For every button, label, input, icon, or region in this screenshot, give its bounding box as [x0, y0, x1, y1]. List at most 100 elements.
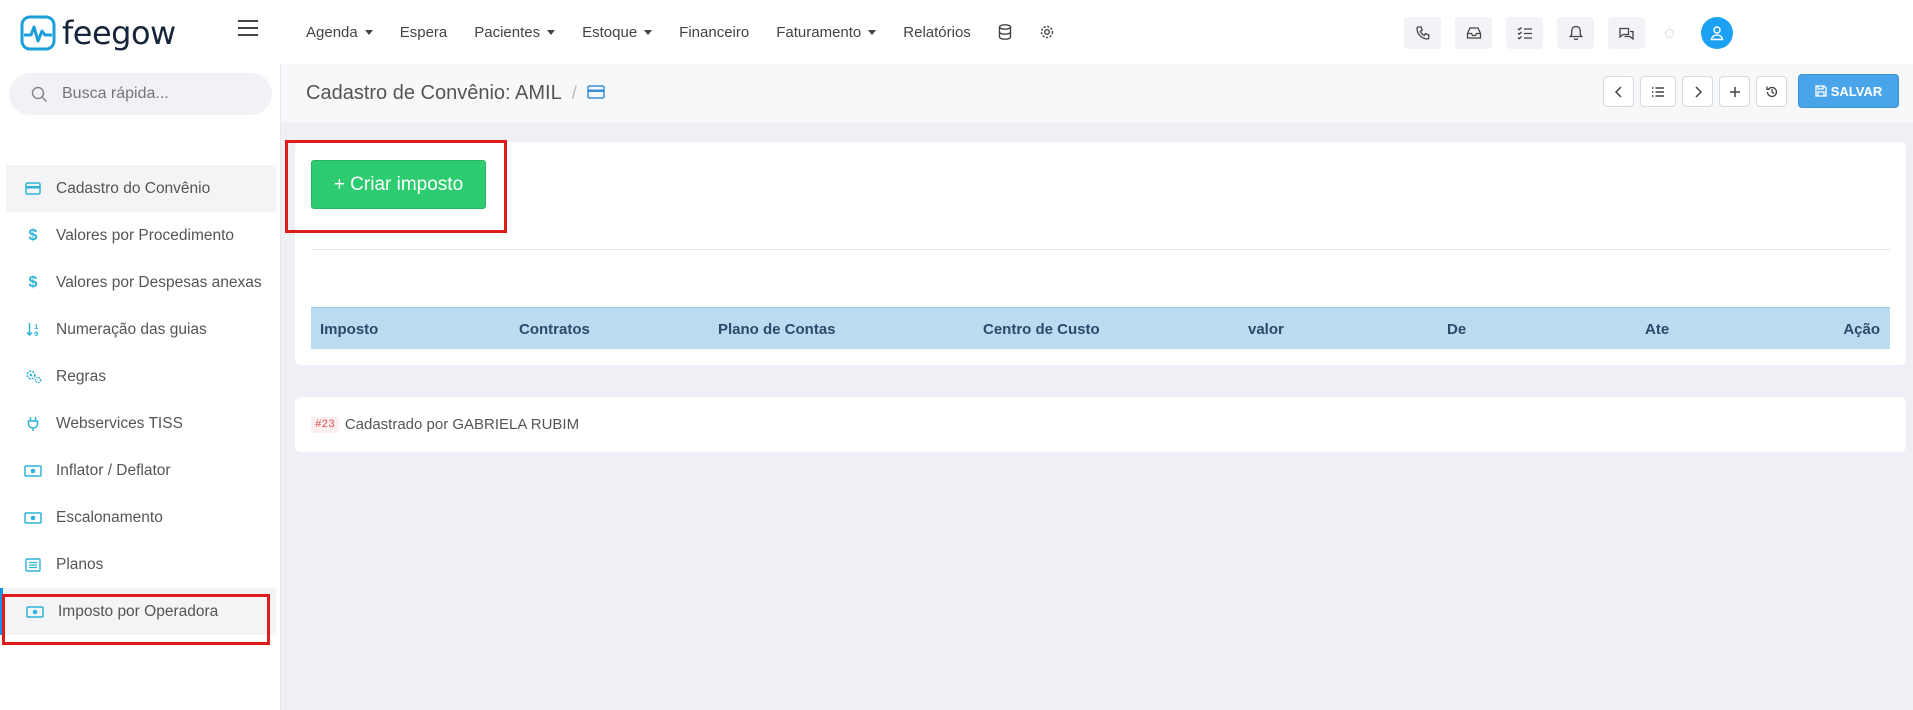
previous-button[interactable] [1603, 76, 1634, 107]
column-header-centro-custo[interactable]: Centro de Custo [983, 321, 1100, 338]
breadcrumb-separator: / [571, 83, 577, 103]
list-icon [24, 556, 42, 574]
nav-pacientes[interactable]: Pacientes [474, 23, 556, 41]
sidebar-item-numeracao-guias[interactable]: 19 Numeração das guias [6, 306, 276, 353]
page-title: Cadastro de Convênio: AMIL / [306, 82, 605, 105]
list-icon [1652, 86, 1664, 97]
logo[interactable]: feegow [20, 14, 176, 52]
caret-down-icon [644, 29, 653, 35]
bell-icon[interactable] [1557, 17, 1594, 49]
status-indicator [1665, 28, 1674, 38]
sidebar-item-label: Cadastro do Convênio [56, 179, 211, 197]
search-input[interactable] [62, 85, 252, 103]
list-button[interactable] [1640, 76, 1676, 107]
inbox-icon[interactable] [1455, 17, 1492, 49]
tasks-icon[interactable] [1506, 17, 1543, 49]
phone-icon[interactable] [1404, 17, 1441, 49]
record-info-panel: #23 Cadastrado por GABRIELA RUBIM [295, 397, 1906, 452]
add-button[interactable] [1719, 76, 1750, 107]
record-id-badge: #23 [311, 416, 339, 433]
nav-label: Estoque [582, 23, 638, 41]
logo-text: feegow [62, 14, 176, 52]
sidebar-item-escalonamento[interactable]: Escalonamento [6, 494, 276, 541]
nav-label: Financeiro [679, 23, 750, 41]
svg-text:9: 9 [34, 330, 39, 337]
gears-icon [24, 368, 42, 386]
money-icon [26, 603, 44, 621]
column-header-valor[interactable]: valor [1248, 321, 1284, 338]
quick-search[interactable] [9, 73, 272, 115]
nav-label: Relatórios [903, 23, 971, 41]
card-icon [586, 82, 605, 105]
history-button[interactable] [1756, 76, 1787, 107]
sidebar-item-label: Valores por Despesas anexas [56, 273, 262, 291]
column-header-ate[interactable]: Ate [1645, 321, 1669, 338]
save-button[interactable]: SALVAR [1798, 74, 1899, 108]
column-header-imposto[interactable]: Imposto [320, 321, 378, 338]
sidebar-item-valores-procedimento[interactable]: $ Valores por Procedimento [6, 212, 276, 259]
page-title-text: Cadastro de Convênio: AMIL [306, 82, 562, 104]
nav-faturamento[interactable]: Faturamento [776, 23, 877, 41]
column-header-acao[interactable]: Ação [1843, 321, 1880, 338]
caret-down-icon [547, 29, 556, 35]
chevron-left-icon [1614, 85, 1622, 98]
sidebar-item-label: Webservices TISS [56, 414, 183, 432]
chat-icon[interactable] [1608, 17, 1645, 49]
logo-icon [20, 15, 56, 51]
sidebar-menu: Cadastro do Convênio $ Valores por Proce… [0, 165, 276, 635]
nav-espera[interactable]: Espera [400, 24, 448, 41]
sidebar-item-imposto-operadora[interactable]: Imposto por Operadora [0, 588, 276, 635]
sidebar-item-planos[interactable]: Planos [6, 541, 276, 588]
column-header-de[interactable]: De [1447, 321, 1466, 338]
database-icon[interactable] [998, 24, 1012, 40]
card-icon [24, 180, 42, 198]
sidebar-item-label: Planos [56, 555, 104, 573]
top-bar: feegow Agenda Espera Pacientes Estoque F… [0, 0, 1913, 64]
avatar[interactable] [1701, 17, 1733, 49]
sidebar-item-inflator-deflator[interactable]: Inflator / Deflator [6, 447, 276, 494]
dollar-icon: $ [28, 226, 38, 244]
column-header-plano-contas[interactable]: Plano de Contas [718, 321, 836, 338]
impostos-table-header: Imposto Contratos Plano de Contas Centro… [311, 307, 1890, 349]
header-actions: SALVAR [1603, 74, 1899, 108]
sort-icon: 19 [24, 321, 42, 339]
menu-toggle-icon[interactable] [238, 20, 258, 38]
search-icon [31, 86, 48, 102]
top-nav: Agenda Espera Pacientes Estoque Financei… [306, 0, 1055, 64]
plug-icon [24, 415, 42, 433]
history-icon [1765, 86, 1777, 97]
nav-relatorios[interactable]: Relatórios [903, 24, 971, 41]
divider [311, 249, 1890, 250]
plus-icon [1729, 86, 1740, 97]
nav-label: Faturamento [776, 23, 862, 41]
save-label: SALVAR [1830, 83, 1883, 99]
impostos-panel: + Criar imposto Imposto Contratos Plano … [295, 142, 1906, 365]
settings-icon[interactable] [1039, 24, 1055, 40]
save-icon [1815, 85, 1827, 97]
dollar-icon: $ [28, 273, 38, 291]
column-header-contratos[interactable]: Contratos [519, 321, 590, 338]
sidebar-item-cadastro-convenio[interactable]: Cadastro do Convênio [6, 165, 276, 212]
page-header: Cadastro de Convênio: AMIL / SALVAR [281, 64, 1913, 122]
money-icon [24, 509, 42, 527]
sidebar-item-label: Imposto por Operadora [58, 602, 219, 620]
nav-label: Agenda [306, 23, 358, 41]
created-by-text: Cadastrado por GABRIELA RUBIM [344, 416, 580, 433]
nav-estoque[interactable]: Estoque [582, 23, 653, 41]
nav-agenda[interactable]: Agenda [306, 24, 373, 41]
next-button[interactable] [1682, 76, 1713, 107]
user-icon [1710, 26, 1724, 41]
sidebar-item-webservices-tiss[interactable]: Webservices TISS [6, 400, 276, 447]
money-icon [24, 462, 42, 480]
top-right-actions [1404, 17, 1674, 49]
create-imposto-button[interactable]: + Criar imposto [311, 160, 486, 209]
sidebar-item-label: Regras [56, 367, 106, 385]
sidebar: Cadastro do Convênio $ Valores por Proce… [0, 64, 281, 710]
nav-label: Espera [399, 23, 448, 41]
sidebar-item-regras[interactable]: Regras [6, 353, 276, 400]
caret-down-icon [868, 29, 877, 35]
nav-financeiro[interactable]: Financeiro [679, 24, 749, 41]
sidebar-item-valores-despesas[interactable]: $ Valores por Despesas anexas [6, 259, 276, 306]
nav-label: Pacientes [474, 23, 541, 41]
sidebar-item-label: Valores por Procedimento [56, 226, 235, 244]
